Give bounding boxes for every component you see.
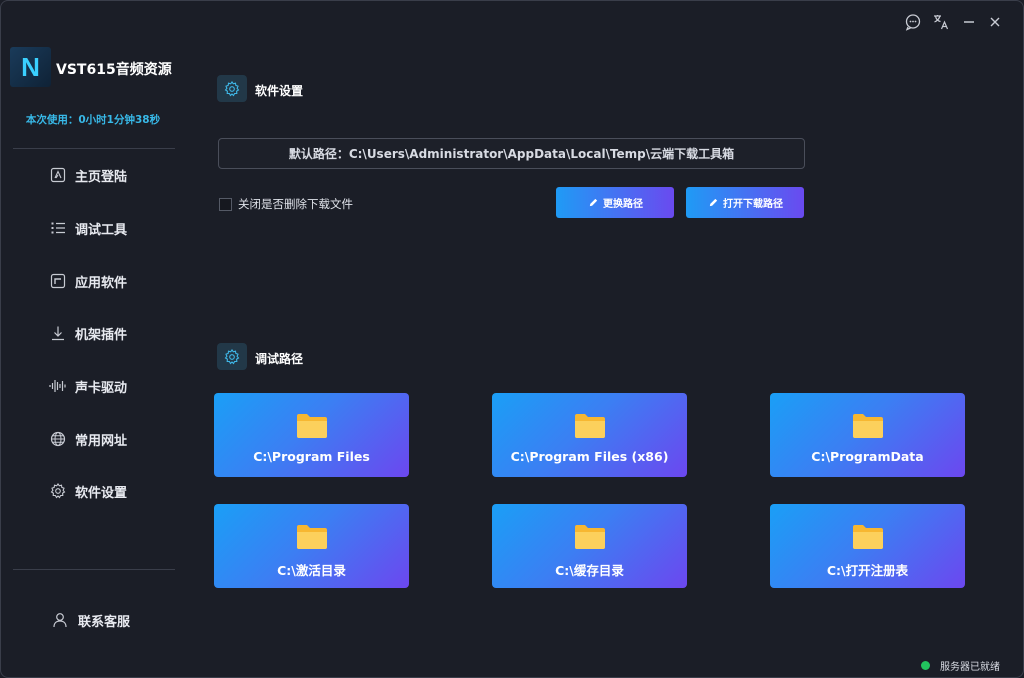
open-download-path-button[interactable]: 打开下载路径 <box>686 187 804 218</box>
sidebar-item-label: 应用软件 <box>75 275 128 291</box>
default-path-field[interactable]: 默认路径： C:\Users\Administrator\AppData\Loc… <box>218 138 805 169</box>
user-icon <box>51 611 69 629</box>
sidebar-item-settings[interactable]: 软件设置 <box>49 479 127 503</box>
folder-label: C:\缓存目录 <box>555 563 624 578</box>
status-dot <box>921 661 930 670</box>
default-path-value: C:\Users\Administrator\AppData\Local\Tem… <box>348 147 735 161</box>
folder-icon <box>575 525 605 549</box>
chat-icon[interactable] <box>902 11 924 33</box>
folder-icon <box>297 414 327 438</box>
sidebar: N VST615音频资源 本次使用：0小时1分钟38秒 主页登陆 调试工具 应用… <box>1 1 187 677</box>
globe-icon <box>49 430 67 448</box>
folder-label: C:\Program Files <box>253 449 370 464</box>
debug-section-icon <box>217 343 247 370</box>
sidebar-item-debug-tools[interactable]: 调试工具 <box>49 216 127 240</box>
sidebar-item-apps[interactable]: 应用软件 <box>49 269 127 293</box>
server-status: 服务器已就绪 <box>921 658 1000 673</box>
status-text: 服务器已就绪 <box>940 662 1000 673</box>
sidebar-item-label: 声卡驱动 <box>75 380 128 396</box>
edit-icon <box>587 197 599 209</box>
translate-icon[interactable] <box>930 11 952 33</box>
waveform-icon <box>49 377 67 395</box>
gear-icon <box>49 482 67 500</box>
folder-label: C:\Program Files (x86) <box>510 449 669 464</box>
minimize-icon[interactable] <box>958 11 980 33</box>
folder-label: C:\ProgramData <box>811 449 924 464</box>
change-path-button[interactable]: 更换路径 <box>556 187 674 218</box>
edit-icon <box>707 197 719 209</box>
app-logo: N <box>10 47 51 87</box>
home-icon <box>49 166 67 184</box>
close-icon[interactable] <box>984 11 1006 33</box>
open-download-path-label: 打开下载路径 <box>723 199 783 210</box>
settings-section-title: 软件设置 <box>255 84 304 98</box>
folder-activation[interactable]: C:\激活目录 <box>214 504 409 588</box>
folder-program-files[interactable]: C:\Program Files <box>214 393 409 477</box>
folder-programdata[interactable]: C:\ProgramData <box>770 393 965 477</box>
folder-icon <box>853 414 883 438</box>
sidebar-divider <box>13 148 175 149</box>
folder-open-registry[interactable]: C:\打开注册表 <box>770 504 965 588</box>
app-window: N VST615音频资源 本次使用：0小时1分钟38秒 主页登陆 调试工具 应用… <box>0 0 1024 678</box>
list-icon <box>49 219 67 237</box>
sidebar-item-sound-driver[interactable]: 声卡驱动 <box>49 374 127 398</box>
folder-icon <box>575 414 605 438</box>
default-path-label: 默认路径： <box>288 147 349 161</box>
contact-support-button[interactable]: 联系客服 <box>51 608 130 632</box>
folder-label: C:\激活目录 <box>277 563 346 578</box>
debug-section-title: 调试路径 <box>255 352 304 366</box>
sidebar-divider <box>13 569 175 570</box>
sidebar-item-label: 调试工具 <box>75 222 128 238</box>
folder-label: C:\打开注册表 <box>826 563 909 578</box>
folder-icon <box>297 525 327 549</box>
folder-cache[interactable]: C:\缓存目录 <box>492 504 687 588</box>
download-icon <box>49 324 67 342</box>
folder-icon <box>853 525 883 549</box>
app-title: VST615音频资源 <box>56 62 172 78</box>
sidebar-item-home-login[interactable]: 主页登陆 <box>49 163 127 187</box>
sidebar-item-label: 机架插件 <box>75 327 128 343</box>
contact-support-label: 联系客服 <box>78 614 131 630</box>
delete-after-close-label: 关闭是否删除下载文件 <box>238 197 353 211</box>
app-icon <box>49 272 67 290</box>
settings-section-icon <box>217 75 247 102</box>
folder-program-files-x86[interactable]: C:\Program Files (x86) <box>492 393 687 477</box>
sidebar-item-label: 常用网址 <box>75 433 128 449</box>
delete-after-close-checkbox[interactable] <box>219 197 232 211</box>
change-path-label: 更换路径 <box>603 199 643 210</box>
sidebar-item-plugins[interactable]: 机架插件 <box>49 321 127 345</box>
delete-after-close-option[interactable]: 关闭是否删除下载文件 <box>219 196 353 212</box>
usage-timer: 本次使用：0小时1分钟38秒 <box>25 114 161 126</box>
sidebar-item-label: 软件设置 <box>75 485 128 501</box>
sidebar-item-websites[interactable]: 常用网址 <box>49 427 127 451</box>
sidebar-item-label: 主页登陆 <box>75 169 128 185</box>
